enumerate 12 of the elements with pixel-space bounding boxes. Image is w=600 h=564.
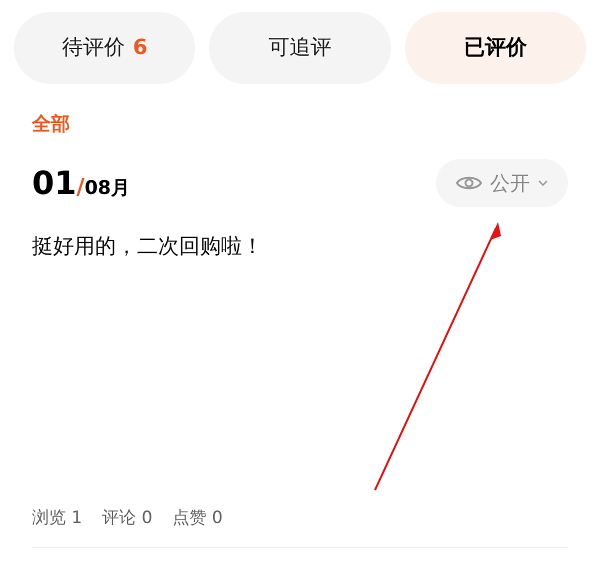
stat-label: 浏览 1 <box>32 507 82 530</box>
date-separator: / <box>76 174 85 202</box>
chevron-icon <box>538 180 548 186</box>
tab[interactable]: 可追评 <box>209 12 391 84</box>
date-month: 08月 <box>84 176 130 200</box>
tab[interactable]: 已评价 <box>404 12 586 84</box>
stat-label: 点赞 0 <box>172 507 223 530</box>
date-day: 01 <box>32 158 77 206</box>
tab[interactable]: 待评价 6 <box>14 12 196 84</box>
pending-count: 6 <box>132 34 148 62</box>
stat-label: 评论 0 <box>102 507 152 530</box>
review-text: 挺好用的，二次回购啦！ <box>32 232 264 260</box>
